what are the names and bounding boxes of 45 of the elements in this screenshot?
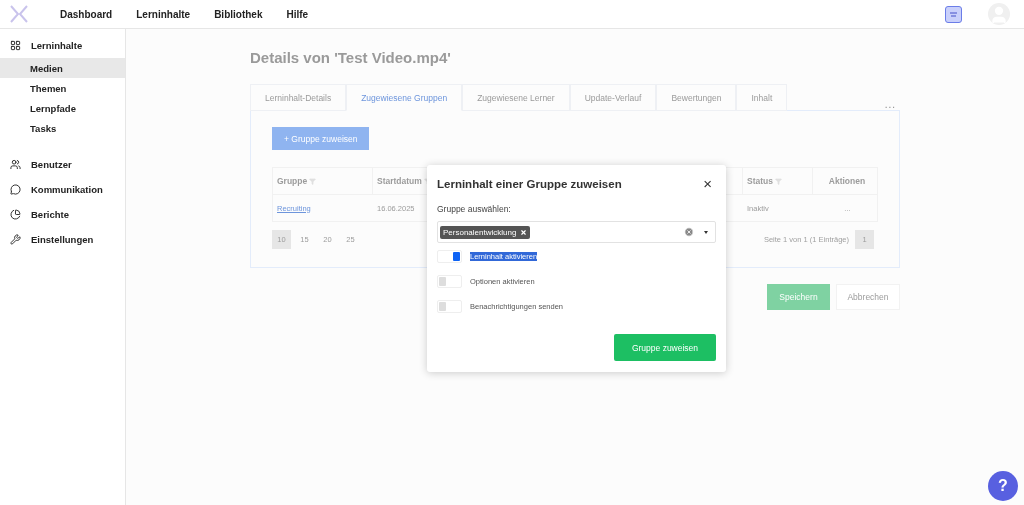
sidebar-item[interactable]: Lernpfade [0, 98, 125, 118]
add-group-button[interactable]: + Gruppe zuweisen [272, 127, 370, 150]
toggle-switch[interactable] [437, 275, 462, 288]
clear-icon[interactable] [684, 227, 694, 237]
assign-group-button[interactable]: Gruppe zuweisen [614, 334, 716, 361]
sidebar-item[interactable]: Tasks [0, 118, 125, 138]
nav-link[interactable]: Lerninhalte [136, 8, 191, 20]
menu-icon [10, 40, 21, 51]
sidebar-item[interactable]: Berichte [0, 202, 125, 227]
notes-button[interactable] [945, 5, 962, 23]
toggle-switch[interactable] [437, 250, 462, 263]
cancel-button[interactable]: Abbrechen [836, 284, 900, 310]
menu-icon [10, 159, 21, 170]
logo-icon [8, 4, 30, 24]
tag: Personalentwicklung [440, 225, 531, 239]
tab[interactable]: Zugewiesene Gruppen [346, 84, 463, 111]
column-header: Status [743, 168, 813, 195]
tab[interactable]: Inhalt [736, 84, 788, 111]
sidebar-item[interactable]: Medien [0, 58, 125, 78]
caret-icon[interactable] [704, 230, 708, 234]
menu-icon [10, 209, 21, 220]
tab[interactable]: Lerninhalt-Details [250, 84, 347, 111]
nav-link[interactable]: Hilfe [286, 8, 309, 20]
tab[interactable]: Zugewiesene Lerner [462, 84, 570, 111]
page-title: Details von 'Test Video.mp4' [250, 49, 452, 66]
sidebar-item[interactable]: Einstellungen [0, 227, 125, 252]
lines-icon [950, 11, 957, 17]
toggle-switch[interactable] [437, 300, 462, 313]
field-label: Gruppe auswählen: [437, 204, 512, 214]
sidebar-item[interactable]: Lerninhalte [0, 33, 125, 58]
close-button[interactable]: × [699, 175, 716, 192]
sidebar-item[interactable]: Benutzer [0, 152, 125, 177]
tab[interactable]: Update-Verlauf [569, 84, 657, 111]
column-header: Gruppe [273, 168, 373, 195]
remove-icon[interactable] [520, 228, 528, 236]
group-select[interactable]: Personalentwicklung [437, 221, 716, 243]
sidebar-item[interactable]: Themen [0, 78, 125, 98]
tab[interactable]: Bewertungen [656, 84, 737, 111]
nav-link[interactable]: Dashboard [60, 8, 113, 20]
nav-link[interactable]: Bibliothek [214, 8, 263, 20]
menu-icon [10, 184, 21, 195]
sidebar-item[interactable]: Kommunikation [0, 177, 125, 202]
more-button[interactable]: ... [884, 99, 896, 110]
menu-icon [10, 234, 21, 245]
column-header: Aktionen [813, 168, 878, 195]
